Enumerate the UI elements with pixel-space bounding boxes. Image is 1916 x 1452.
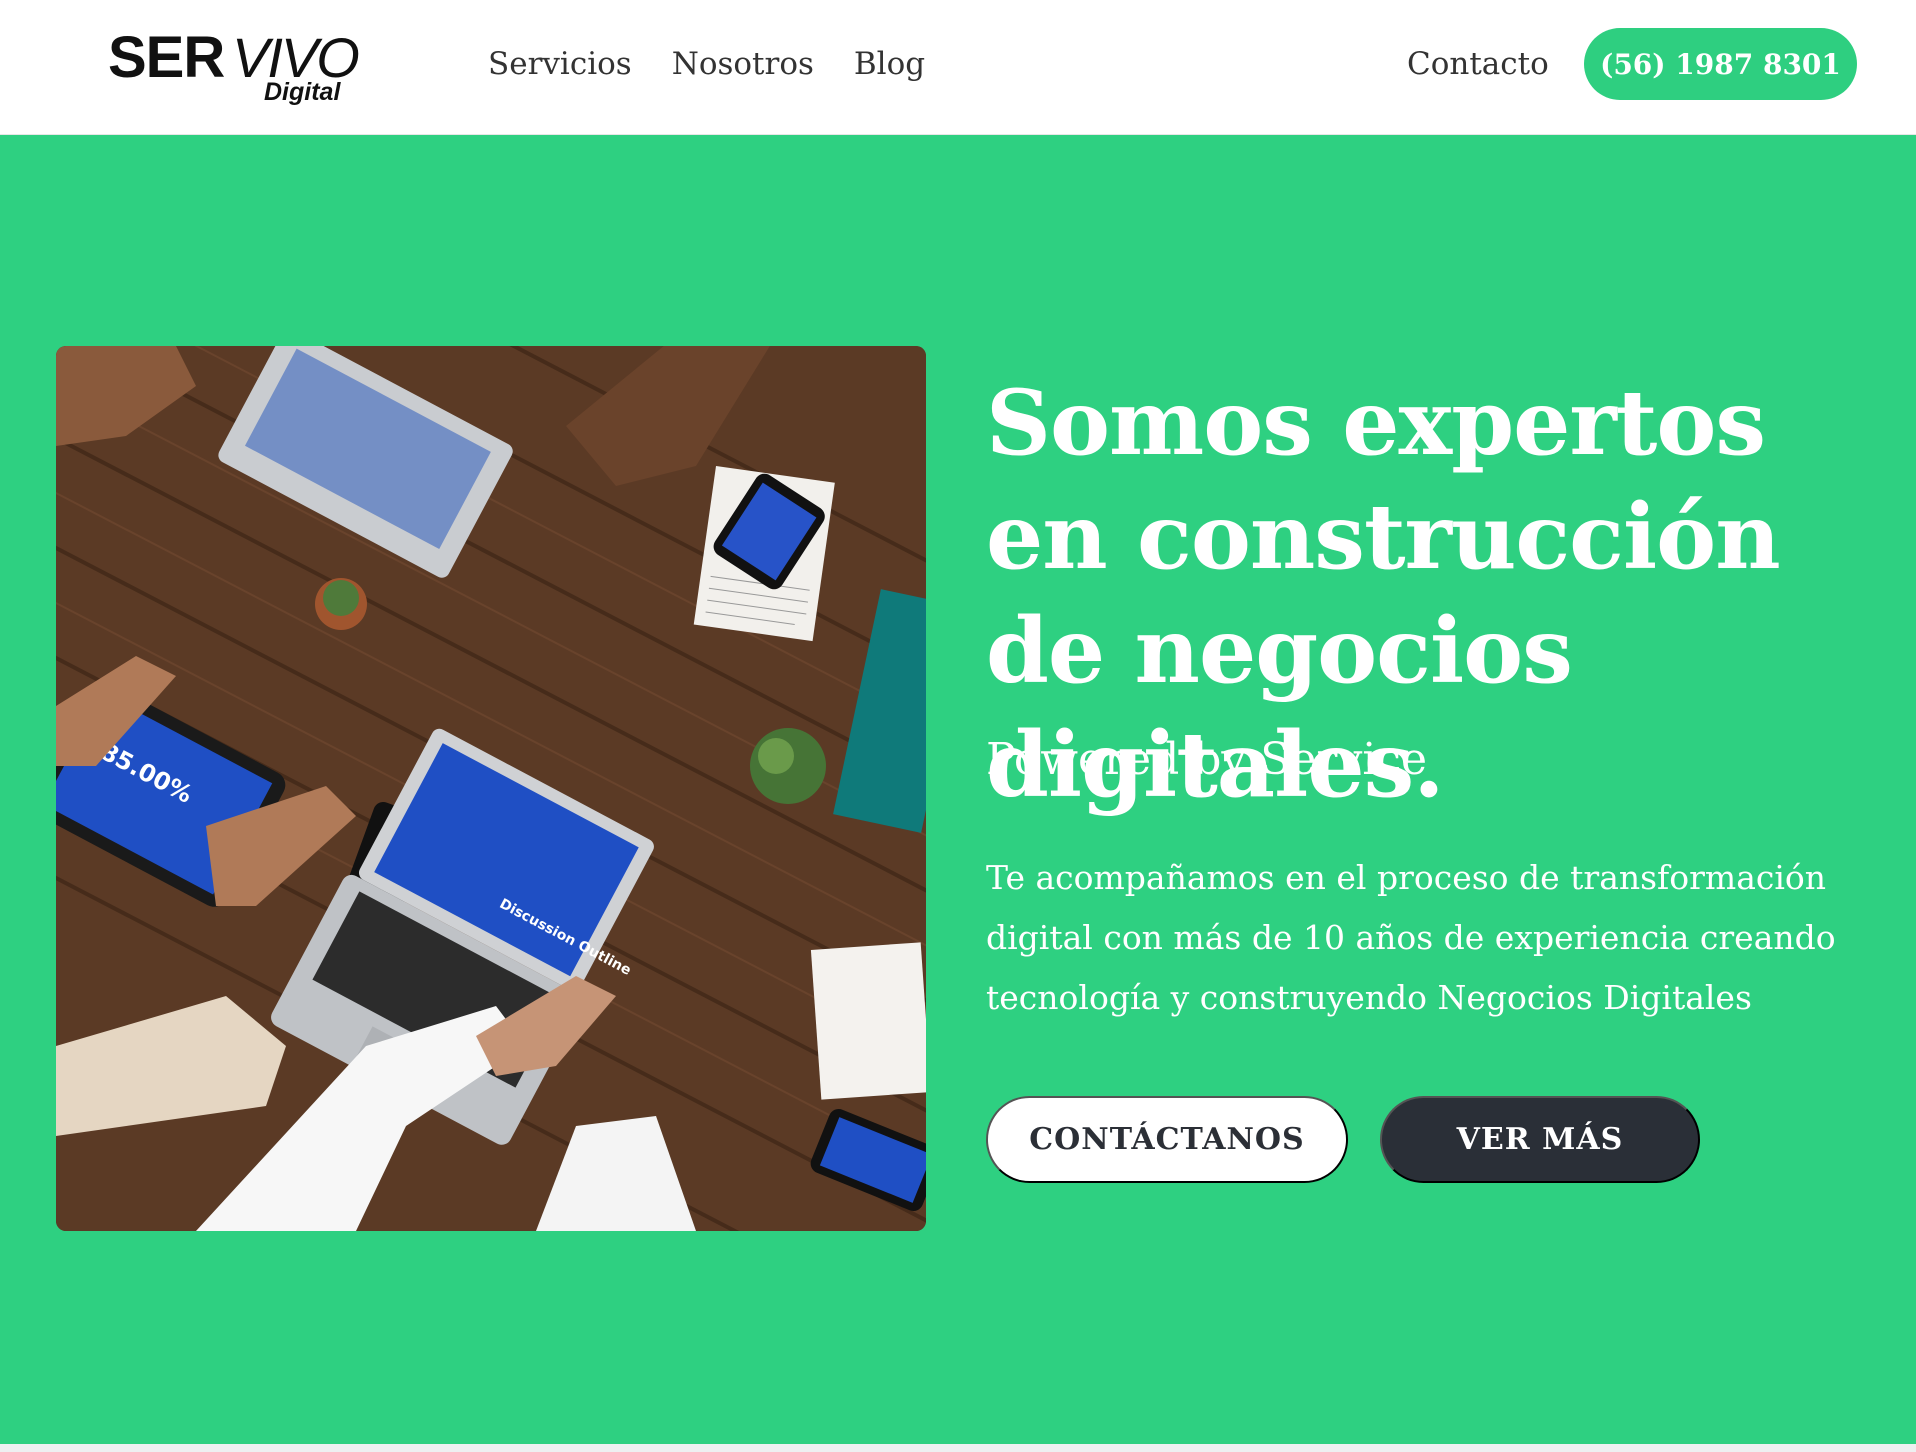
servivo-logo[interactable]: SER VIVO Digital [108, 25, 360, 108]
site-header: SER VIVO Digital Servicios Nosotros Blog… [0, 0, 1916, 135]
section-divider [0, 1444, 1916, 1452]
hero-description: Te acompañamos en el proceso de transfor… [986, 858, 1836, 1017]
nav-link-nosotros[interactable]: Nosotros [672, 40, 814, 88]
phone-button[interactable]: (56) 1987 8301 [1584, 28, 1857, 100]
contact-us-button[interactable]: CONTÁCTANOS [986, 1096, 1348, 1183]
see-more-button[interactable]: VER MÁS [1380, 1096, 1700, 1183]
logo-ser-text: SER [108, 25, 225, 90]
hero-team-photo: 85.00% Discussion Outline [56, 346, 926, 1231]
logo-digital-text: Digital [264, 78, 341, 106]
nav-link-contacto[interactable]: Contacto [1407, 40, 1549, 88]
nav-link-blog[interactable]: Blog [854, 40, 925, 88]
nav-link-servicios[interactable]: Servicios [488, 40, 632, 88]
hero-subtitle: Powered by Service [986, 734, 1428, 785]
main-nav: Servicios Nosotros Blog [488, 40, 925, 88]
